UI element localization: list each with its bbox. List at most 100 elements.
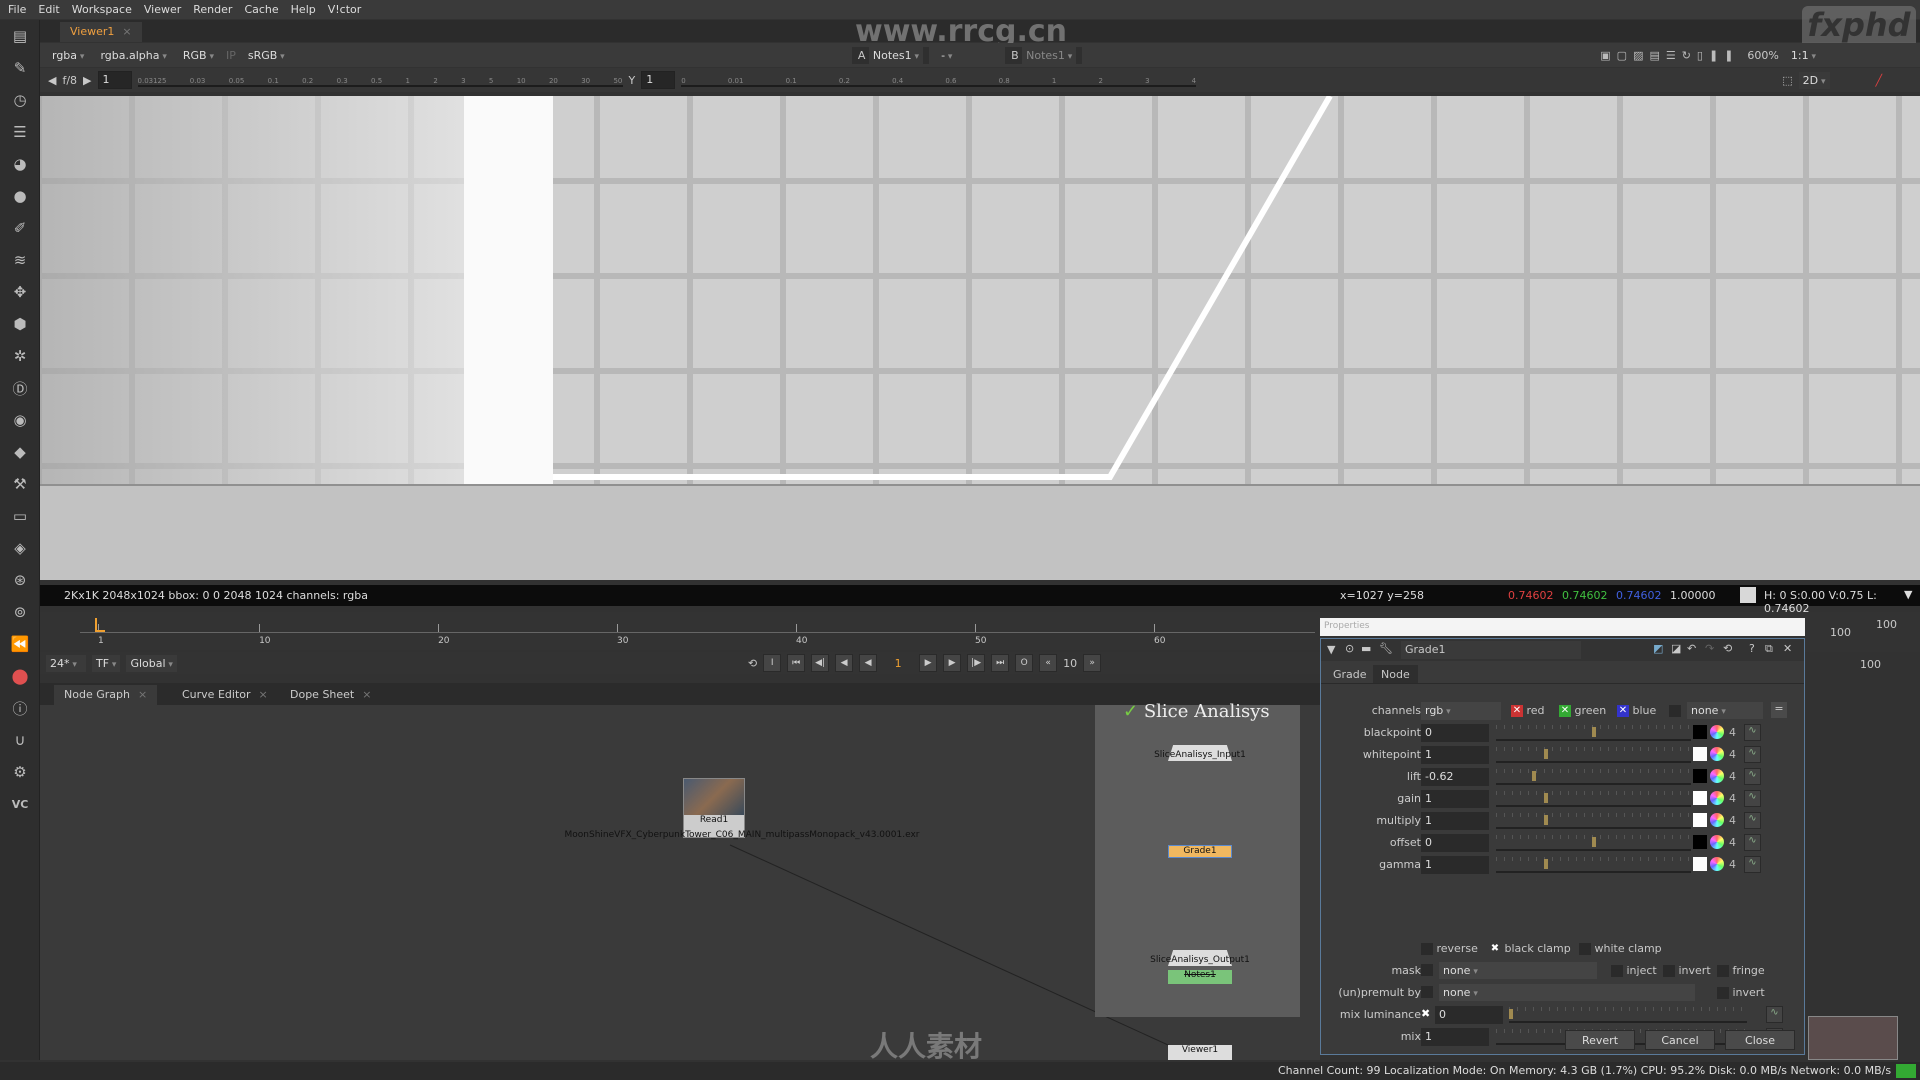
alpha-dropdown[interactable]: rgba.alpha bbox=[96, 46, 171, 64]
gamma-slider[interactable]: 0 0.01 0.1 0.2 0.4 0.6 0.8 1 2 3 4 bbox=[681, 73, 1197, 87]
filter-tool-icon[interactable]: ● bbox=[0, 180, 40, 212]
menu-help[interactable]: Help bbox=[291, 3, 316, 16]
display-dropdown[interactable]: RGB bbox=[178, 46, 218, 64]
ratio-dropdown[interactable]: 1:1 bbox=[1786, 46, 1820, 64]
color-wheel-icon[interactable] bbox=[1710, 813, 1724, 827]
node-read1[interactable]: Read1 bbox=[683, 778, 745, 838]
out-point-button[interactable]: O bbox=[1015, 654, 1034, 672]
step-forward-button[interactable]: » bbox=[1083, 654, 1102, 672]
red-tool-icon[interactable]: ⬤ bbox=[0, 660, 40, 692]
out-frame-input[interactable]: 100 bbox=[1860, 658, 1881, 671]
info-tool-icon[interactable]: ⓘ bbox=[0, 692, 40, 724]
menu-viewer[interactable]: Viewer bbox=[144, 3, 181, 16]
revert-button[interactable]: Revert bbox=[1565, 1030, 1635, 1050]
zoom-level[interactable]: 600% bbox=[1747, 49, 1778, 62]
knob-input[interactable]: -0.62 bbox=[1421, 768, 1489, 786]
link-icon[interactable]: = bbox=[1771, 702, 1787, 718]
play-forward-button[interactable]: ▶ bbox=[919, 654, 938, 672]
timeline[interactable]: 110203040506070 bbox=[40, 612, 1344, 650]
color-picker2-icon[interactable]: ◪ bbox=[1671, 642, 1681, 655]
curve-icon[interactable]: ∿ bbox=[1744, 834, 1761, 851]
color-wheel-icon[interactable] bbox=[1710, 835, 1724, 849]
slider-handle[interactable] bbox=[1532, 771, 1537, 781]
slider-handle[interactable] bbox=[1591, 727, 1596, 737]
premult-checkbox[interactable] bbox=[1421, 986, 1433, 998]
blue-checkbox[interactable]: ✕ blue bbox=[1617, 704, 1656, 717]
color-wheel-icon[interactable] bbox=[1710, 725, 1724, 739]
a-input[interactable]: A Notes1 bbox=[851, 46, 930, 64]
curve-icon[interactable]: ∿ bbox=[1744, 724, 1761, 741]
menu-edit[interactable]: Edit bbox=[38, 3, 59, 16]
knob-slider[interactable] bbox=[1496, 857, 1691, 873]
lut-dropdown[interactable]: sRGB bbox=[243, 46, 304, 64]
tab-grade[interactable]: Grade bbox=[1325, 665, 1375, 684]
magnet-tool-icon[interactable]: ∪ bbox=[0, 724, 40, 756]
toolsets-tool-icon[interactable]: ⚒ bbox=[0, 468, 40, 500]
color-swatch[interactable] bbox=[1693, 813, 1707, 827]
tab-viewer1[interactable]: Viewer1 × bbox=[60, 22, 142, 42]
reverse-checkbox[interactable]: reverse bbox=[1421, 942, 1478, 955]
first-frame-button[interactable]: ⏮ bbox=[787, 654, 806, 672]
slider-handle[interactable] bbox=[1543, 793, 1548, 803]
range-dropdown[interactable]: Global bbox=[126, 654, 177, 672]
premult-dropdown[interactable]: none bbox=[1439, 984, 1695, 1001]
close-icon[interactable]: × bbox=[138, 688, 147, 701]
redo-icon[interactable]: ↷ bbox=[1705, 642, 1714, 655]
mask-dropdown[interactable]: none bbox=[1439, 962, 1597, 979]
info-menu-icon[interactable]: ▼ bbox=[1904, 588, 1912, 601]
close-button[interactable]: Close bbox=[1725, 1030, 1795, 1050]
curve-icon[interactable]: ∿ bbox=[1744, 856, 1761, 873]
white-clamp-checkbox[interactable]: white clamp bbox=[1579, 942, 1662, 955]
curve-icon[interactable]: ∿ bbox=[1744, 746, 1761, 763]
color-swatch[interactable] bbox=[1693, 835, 1707, 849]
paint-icon[interactable]: ╱ bbox=[1876, 74, 1883, 87]
settings-tool-icon[interactable]: ⚙ bbox=[0, 756, 40, 788]
b-input[interactable]: B Notes1 bbox=[1005, 46, 1083, 64]
roi-icon[interactable]: ⬚ bbox=[1782, 74, 1792, 87]
menu-victor[interactable]: V!ctor bbox=[328, 3, 362, 16]
knob-input[interactable]: 0 bbox=[1421, 834, 1489, 852]
plugin-tool-icon[interactable]: ⊛ bbox=[0, 564, 40, 596]
help-icon[interactable]: ? bbox=[1749, 642, 1755, 655]
step-input[interactable]: 10 bbox=[1063, 657, 1077, 670]
knob-input[interactable]: 1 bbox=[1421, 746, 1489, 764]
collapse-icon[interactable]: ▼ bbox=[1327, 643, 1335, 656]
node-name-input[interactable]: Grade1 bbox=[1401, 641, 1581, 659]
close-icon[interactable]: × bbox=[122, 25, 131, 38]
tab-dope-sheet[interactable]: Dope Sheet × bbox=[280, 685, 382, 705]
color-swatch[interactable] bbox=[1693, 857, 1707, 871]
fringe-checkbox[interactable]: fringe bbox=[1717, 964, 1765, 977]
premult-invert-checkbox[interactable]: invert bbox=[1717, 986, 1765, 999]
mask-checkbox[interactable] bbox=[1421, 964, 1433, 976]
knob-slider[interactable] bbox=[1496, 835, 1691, 851]
merge-tool-icon[interactable]: ≋ bbox=[0, 244, 40, 276]
other-tool-icon[interactable]: ▭ bbox=[0, 500, 40, 532]
viewer-icons[interactable]: ▣▢▨▤☰↻▯❚❚ bbox=[1600, 49, 1739, 62]
compare-dropdown[interactable]: - bbox=[937, 46, 998, 64]
channels-dropdown[interactable]: rgba bbox=[48, 46, 89, 64]
color-picker-icon[interactable]: ◩ bbox=[1653, 642, 1663, 655]
next-keyframe-button[interactable]: |▶ bbox=[967, 654, 986, 672]
close-icon[interactable]: × bbox=[362, 688, 371, 701]
viewer-icon[interactable]: ▬ bbox=[1361, 642, 1371, 655]
undo-icon[interactable]: ↶ bbox=[1687, 642, 1696, 655]
loop-icon[interactable]: ⟲ bbox=[748, 657, 757, 670]
tab-curve-editor[interactable]: Curve Editor × bbox=[172, 685, 278, 705]
channels-dropdown[interactable]: rgb bbox=[1421, 702, 1501, 720]
knob-input[interactable]: 1 bbox=[1421, 790, 1489, 808]
rewind-tool-icon[interactable]: ⏪ bbox=[0, 628, 40, 660]
fstop-next-icon[interactable]: ▶ bbox=[83, 74, 91, 87]
fstop-value[interactable]: f/8 bbox=[62, 74, 77, 87]
knob-slider[interactable] bbox=[1496, 747, 1691, 763]
knob-input[interactable]: 1 bbox=[1421, 812, 1489, 830]
draw-tool-icon[interactable]: ✎ bbox=[0, 52, 40, 84]
knob-input[interactable]: 0 bbox=[1421, 724, 1489, 742]
furnace-tool-icon[interactable]: ◈ bbox=[0, 532, 40, 564]
node-grade1[interactable]: Grade1 bbox=[1168, 845, 1232, 858]
particles-tool-icon[interactable]: ✲ bbox=[0, 340, 40, 372]
extra-channel-dropdown[interactable]: none bbox=[1687, 702, 1763, 719]
node-graph[interactable]: ✓ Slice Analisys Read1 MoonShineVFX_Cybe… bbox=[40, 701, 1320, 1063]
playhead[interactable] bbox=[95, 618, 105, 632]
navigator-thumbnail[interactable] bbox=[1808, 1016, 1898, 1060]
image-tool-icon[interactable]: ▤ bbox=[0, 20, 40, 52]
